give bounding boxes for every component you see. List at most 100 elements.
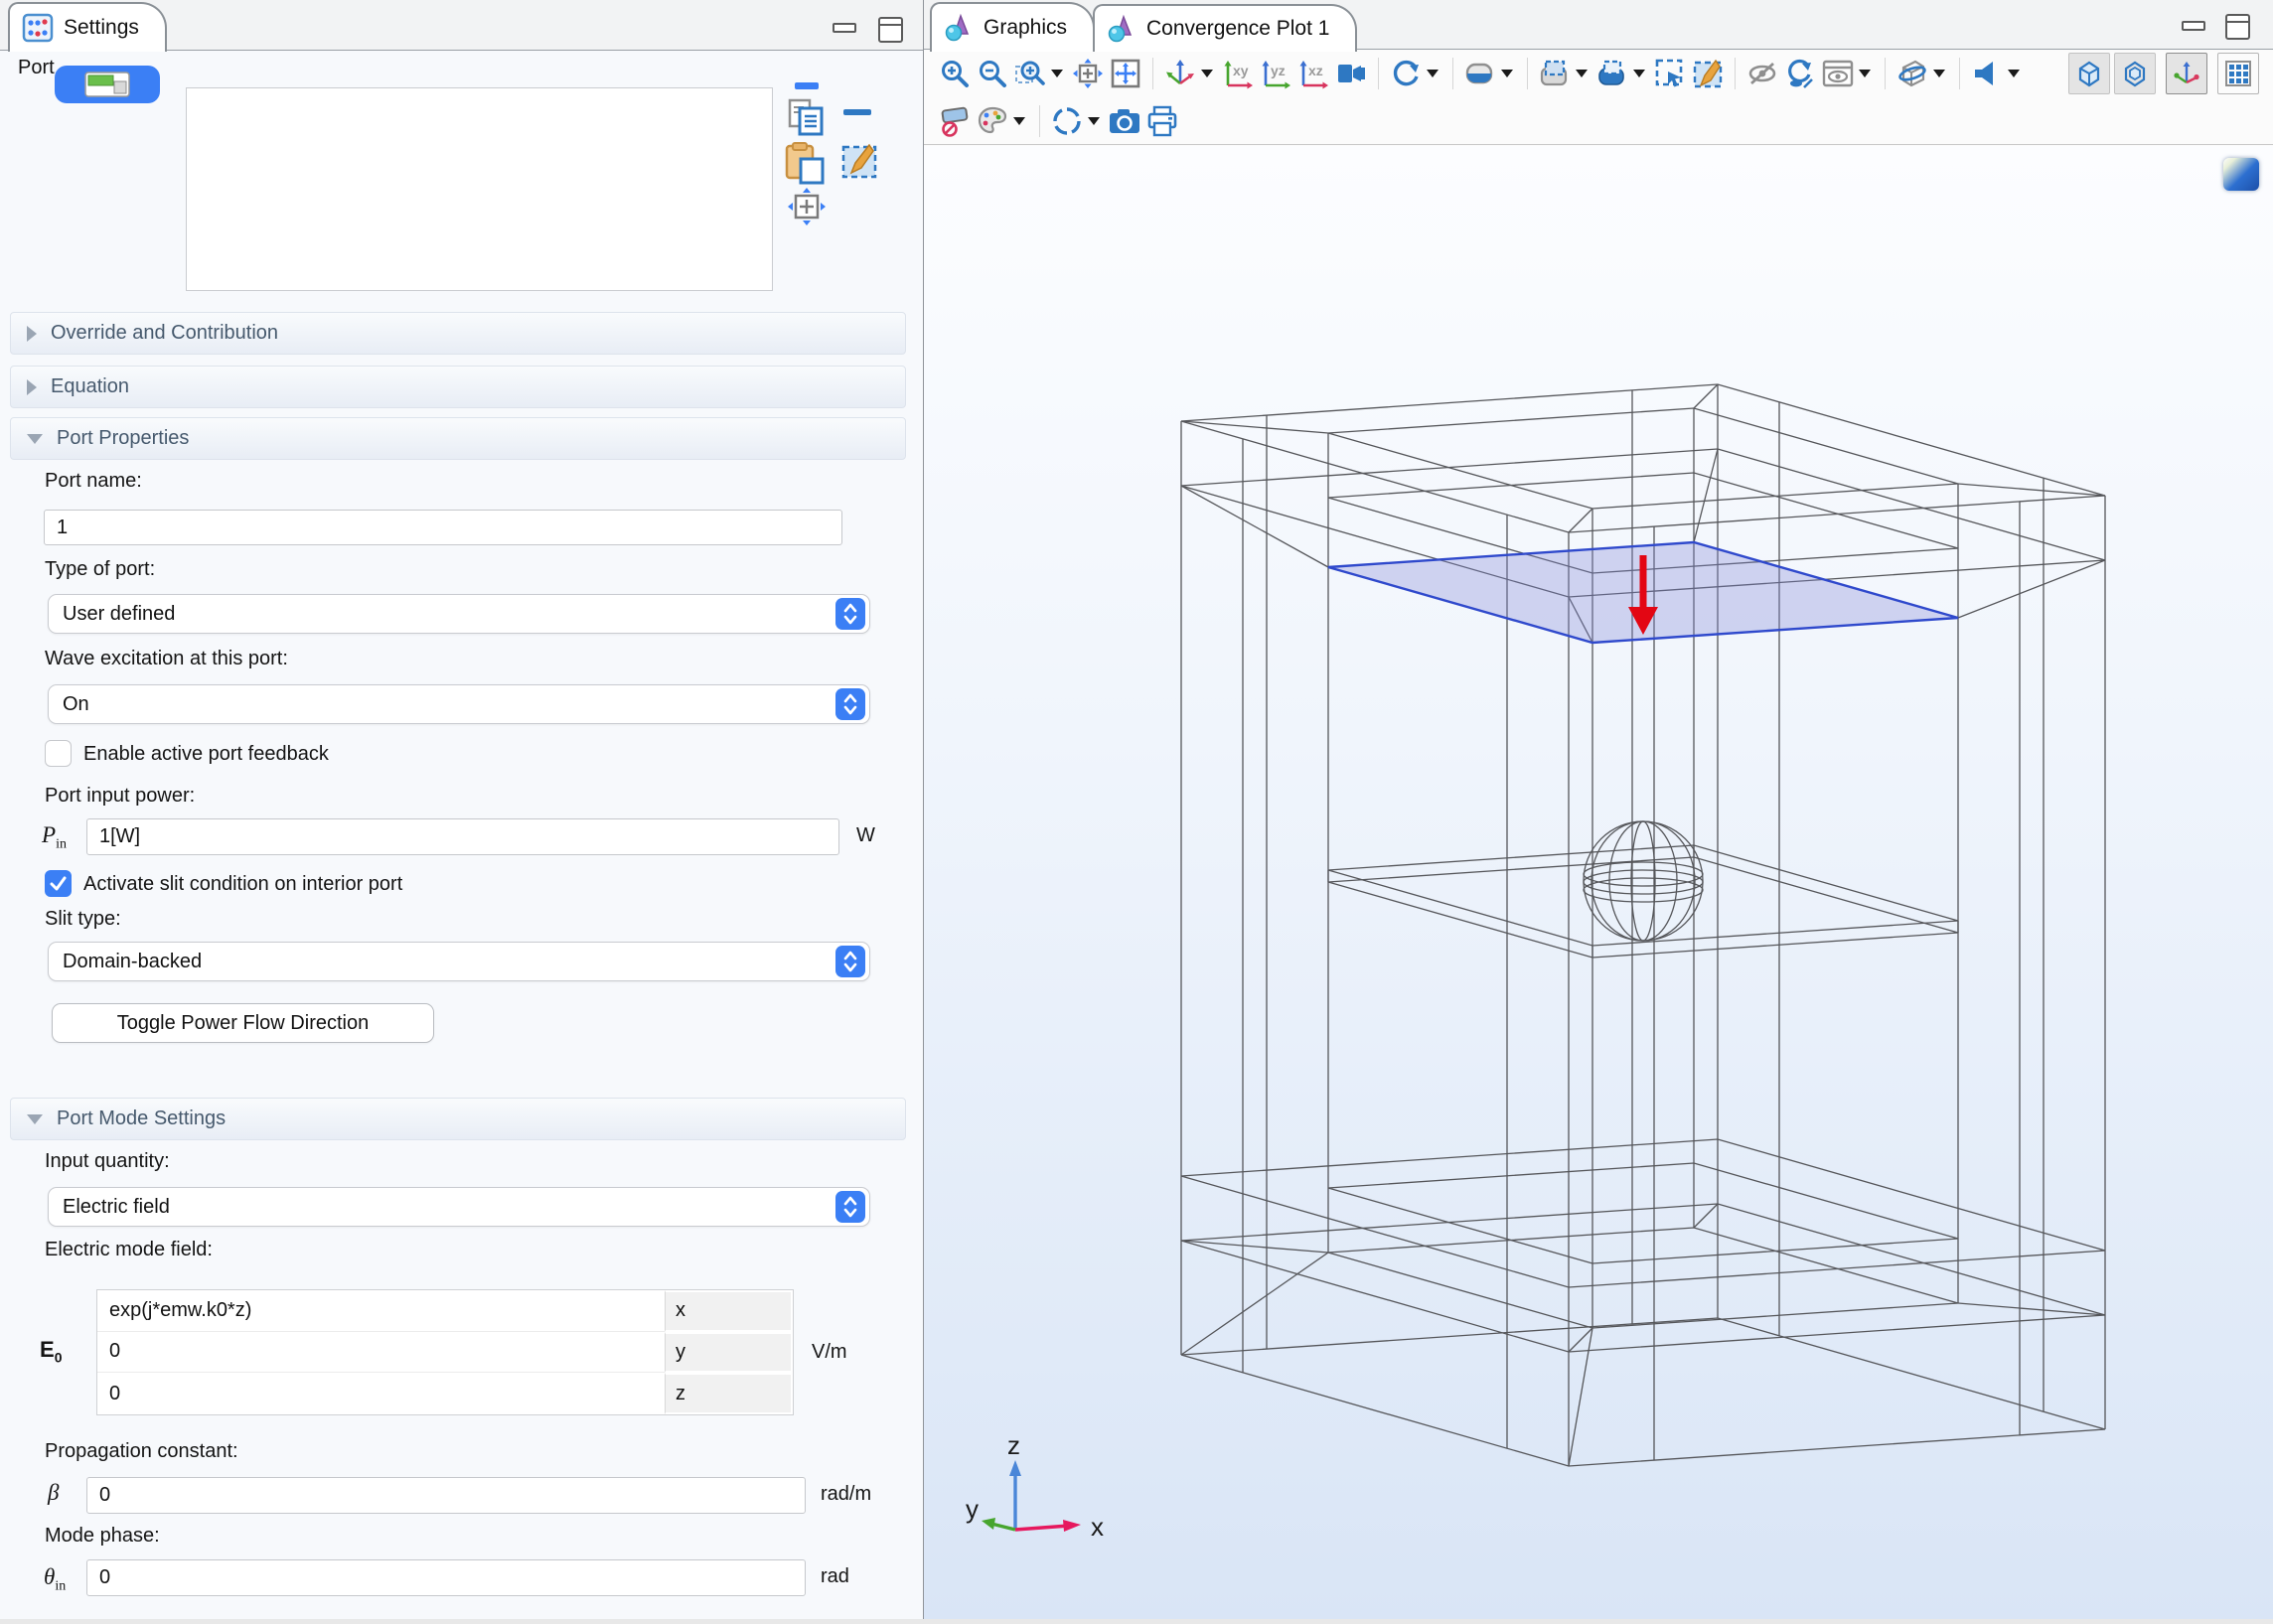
copy-selection-icon[interactable] xyxy=(786,97,826,137)
port-input-power-unit: W xyxy=(856,824,875,847)
wave-excitation-select[interactable]: On xyxy=(48,684,870,724)
image-snapshot-icon[interactable] xyxy=(1106,102,1143,140)
zoom-box-icon[interactable] xyxy=(1011,55,1049,92)
port-name-input[interactable]: 1 xyxy=(44,510,842,545)
select-block-dropdown[interactable] xyxy=(1576,70,1588,77)
activate-slit-checkbox[interactable] xyxy=(45,870,72,897)
type-of-port-select[interactable]: User defined xyxy=(48,594,870,634)
clip-plane-dropdown[interactable] xyxy=(1933,70,1945,77)
section-equation[interactable]: Equation xyxy=(10,366,906,408)
rotate-dropdown[interactable] xyxy=(1427,70,1439,77)
tab-graphics[interactable]: Graphics xyxy=(930,2,1095,52)
svg-text:xy: xy xyxy=(1233,63,1249,78)
graphics-canvas[interactable]: z y x xyxy=(924,146,2273,1619)
zoom-selection-icon[interactable] xyxy=(1651,55,1689,92)
show-axis-orientation-toggle[interactable] xyxy=(2166,53,2207,94)
canvas-corner-widget-icon[interactable] xyxy=(2223,158,2259,191)
hide-objects-icon[interactable] xyxy=(1743,55,1781,92)
selection-active-toggle[interactable] xyxy=(55,66,160,103)
scene-settings-dropdown[interactable] xyxy=(1088,117,1100,125)
toolbar-separator xyxy=(1735,58,1736,89)
chevron-down-icon xyxy=(27,434,43,444)
propagation-constant-field[interactable]: 0 xyxy=(86,1477,806,1514)
port-input-power-field[interactable]: 1[W] xyxy=(86,818,839,855)
remove-from-selection-icon[interactable] xyxy=(843,109,871,115)
electric-mode-field-table[interactable]: exp(j*emw.k0*z) x 0 y 0 z xyxy=(96,1289,794,1415)
axis-label-x: x xyxy=(1091,1512,1104,1542)
toolbar-separator xyxy=(1527,58,1528,89)
zoom-box-dropdown[interactable] xyxy=(1051,70,1063,77)
emf-expression-y[interactable]: 0 xyxy=(97,1332,665,1374)
rotate-icon[interactable] xyxy=(1387,55,1425,92)
convergence-tab-icon xyxy=(1107,14,1136,44)
minimize-button[interactable] xyxy=(833,23,856,33)
selection-toolbar-clipped-icon[interactable] xyxy=(795,82,819,89)
paste-selection-icon[interactable] xyxy=(784,141,826,185)
zoom-to-selection-icon[interactable] xyxy=(787,187,827,226)
select-domains-dropdown[interactable] xyxy=(1633,70,1645,77)
sound-icon[interactable] xyxy=(1968,55,2006,92)
hidden-view-dropdown[interactable] xyxy=(1859,70,1871,77)
view-dropdown[interactable] xyxy=(1201,70,1213,77)
emf-expression-x[interactable]: exp(j*emw.k0*z) xyxy=(97,1290,665,1332)
zoom-to-selection-icon[interactable] xyxy=(1107,55,1144,92)
zoom-out-icon[interactable] xyxy=(974,55,1011,92)
zoom-in-icon[interactable] xyxy=(936,55,974,92)
clear-selection-icon[interactable] xyxy=(1689,55,1727,92)
convergence-tab-label: Convergence Plot 1 xyxy=(1146,17,1329,41)
show-grid-toggle[interactable] xyxy=(2217,53,2259,94)
minimize-button[interactable] xyxy=(2182,21,2205,31)
view-xy-plane-icon[interactable]: xy xyxy=(1219,55,1257,92)
emf-component-y: y xyxy=(665,1332,793,1374)
select-block-icon[interactable] xyxy=(1536,55,1574,92)
tab-settings[interactable]: Settings xyxy=(8,2,167,52)
view-xz-plane-icon[interactable]: xz xyxy=(1294,55,1332,92)
clip-plane-icon[interactable] xyxy=(1894,55,1931,92)
graphics-toolbar-row1: xy yz xz xyxy=(924,50,2273,97)
sound-dropdown[interactable] xyxy=(2008,70,2020,77)
reset-hiding-icon[interactable] xyxy=(1781,55,1819,92)
toggle-power-flow-button[interactable]: Toggle Power Flow Direction xyxy=(52,1003,434,1043)
tab-convergence-plot[interactable]: Convergence Plot 1 xyxy=(1093,4,1357,52)
color-theme-icon[interactable] xyxy=(974,102,1011,140)
graphics-tab-label: Graphics xyxy=(984,16,1067,40)
scene-light-toggle[interactable] xyxy=(2068,53,2110,94)
sphere-wireframe xyxy=(1584,821,1703,941)
emf-component-x: x xyxy=(665,1290,793,1332)
graphics-window: Graphics Convergence Plot 1 xyxy=(924,0,2273,1619)
color-theme-dropdown[interactable] xyxy=(1013,117,1025,125)
theta-in-symbol: θin xyxy=(44,1564,66,1595)
emf-unit: V/m xyxy=(812,1341,847,1364)
graphics-tabbar: Graphics Convergence Plot 1 xyxy=(924,0,2273,50)
transparency-icon[interactable] xyxy=(1461,55,1499,92)
wave-excitation-label: Wave excitation at this port: xyxy=(45,648,288,670)
boundary-selection-list[interactable] xyxy=(186,87,773,291)
pin-symbol: Pin xyxy=(42,822,67,853)
mode-phase-field[interactable]: 0 xyxy=(86,1559,806,1596)
go-to-default-3d-view-icon[interactable] xyxy=(1161,55,1199,92)
section-port-properties[interactable]: Port Properties xyxy=(10,417,906,460)
axis-label-y: y xyxy=(966,1494,979,1524)
print-icon[interactable] xyxy=(1143,102,1181,140)
slit-type-select[interactable]: Domain-backed xyxy=(48,942,870,981)
maximize-button[interactable] xyxy=(878,17,903,43)
zoom-extents-icon[interactable] xyxy=(1069,55,1107,92)
enable-feedback-checkbox[interactable] xyxy=(45,740,72,767)
environment-reflections-toggle[interactable] xyxy=(2114,53,2156,94)
remove-plot-data-icon[interactable] xyxy=(936,102,974,140)
view-unhidden-only-icon[interactable] xyxy=(1819,55,1857,92)
chevron-down-icon xyxy=(27,1114,43,1124)
view-yz-plane-icon[interactable]: yz xyxy=(1257,55,1294,92)
transparency-dropdown[interactable] xyxy=(1501,70,1513,77)
section-port-mode-settings[interactable]: Port Mode Settings xyxy=(10,1098,906,1140)
clear-selection-icon[interactable] xyxy=(839,139,881,181)
scene-settings-icon[interactable] xyxy=(1048,102,1086,140)
selected-value: Domain-backed xyxy=(63,951,202,973)
select-domains-icon[interactable] xyxy=(1593,55,1631,92)
activate-slit-label: Activate slit condition on interior port xyxy=(83,873,402,896)
maximize-button[interactable] xyxy=(2225,14,2250,40)
input-quantity-select[interactable]: Electric field xyxy=(48,1187,870,1227)
emf-expression-z[interactable]: 0 xyxy=(97,1373,665,1414)
orthographic-projection-icon[interactable] xyxy=(1332,55,1370,92)
section-override-contribution[interactable]: Override and Contribution xyxy=(10,312,906,355)
